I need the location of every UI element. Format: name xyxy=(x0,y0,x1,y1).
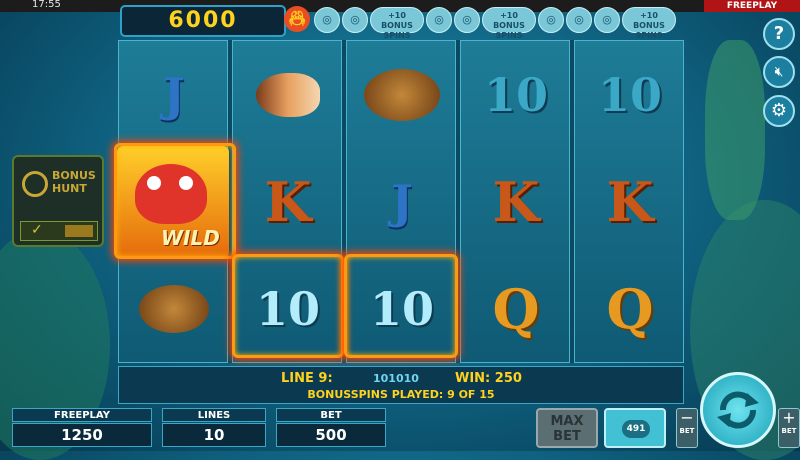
symbol-k: K xyxy=(264,169,312,234)
lines-value[interactable]: 10 xyxy=(162,423,266,447)
win-info-bar: LINE 9: 101010 WIN: 250 BONUSSPINS PLAYE… xyxy=(118,366,684,404)
max-bet-line2: BET xyxy=(553,429,581,444)
reel-5: 10 K Q xyxy=(574,40,684,363)
symbol-k: K xyxy=(606,169,654,234)
bet-minus-label: BET xyxy=(679,427,695,435)
track-bonus-spins: +10 BONUS SPINSx2 xyxy=(370,7,424,50)
bonus-hunt-panel[interactable]: BONUS HUNT ✓ xyxy=(12,155,104,247)
turtle-icon xyxy=(139,284,209,333)
lines-label: LINES xyxy=(162,408,266,422)
plus-icon: + xyxy=(782,408,796,427)
freeplay-value: 1250 xyxy=(12,423,152,447)
bonusspins-played: BONUSSPINS PLAYED: 9 OF 15 xyxy=(307,388,495,401)
spin-arrows-icon xyxy=(717,391,759,429)
autoplay-button[interactable]: 491 xyxy=(604,408,666,448)
background-plant-right xyxy=(705,40,765,220)
bet-label: BET xyxy=(276,408,386,422)
symbol-10: 10 xyxy=(483,67,548,122)
freeplay-tag: FREEPLAY xyxy=(704,0,800,12)
bonus-hunt-toggle[interactable]: ✓ xyxy=(20,221,98,241)
track-shell-icon: ◎ xyxy=(594,7,620,33)
autoplay-count: 491 xyxy=(622,420,650,438)
settings-button[interactable]: ⚙ xyxy=(763,95,795,127)
freeplay-label: FREEPLAY xyxy=(12,408,152,422)
line-label: LINE 9: xyxy=(281,371,333,386)
clock: 17:55 xyxy=(32,0,61,10)
reel-area: J WILD K 10 J 10 10 K Q 10 K Q xyxy=(114,40,684,363)
line-symbols: 101010 xyxy=(373,372,419,385)
win-value: 250 xyxy=(494,371,522,386)
max-bet-button[interactable]: MAX BET xyxy=(536,408,598,448)
track-bonus-label: +10 BONUS SPINS xyxy=(493,11,525,40)
max-bet-line1: MAX xyxy=(550,414,584,429)
bonus-hunt-line1: BONUS xyxy=(52,169,96,182)
bonus-hunt-line2: HUNT xyxy=(52,182,87,195)
track-bonus-spins: +10 BONUS SPINSx5 xyxy=(622,7,676,50)
symbol-j: J xyxy=(391,174,413,229)
bet-value[interactable]: 500 xyxy=(276,423,386,447)
symbol-shell xyxy=(233,41,343,148)
symbol-q: Q xyxy=(492,276,540,341)
win-frame-wild xyxy=(114,143,236,259)
target-icon xyxy=(22,171,48,197)
help-button[interactable]: ? xyxy=(763,18,795,50)
symbol-10: 10 xyxy=(597,67,662,122)
track-shell-icon: ◎ xyxy=(538,7,564,33)
symbol-q: Q xyxy=(606,276,654,341)
crab-collect-icon: 🦀︎ xyxy=(284,6,310,32)
track-shell-icon: ◎ xyxy=(314,7,340,33)
track-bonus-spins: +10 BONUS SPINSx3 xyxy=(482,7,536,50)
symbol-k: K xyxy=(492,169,540,234)
sound-button[interactable]: 🔇︎ xyxy=(763,56,795,88)
symbol-turtle xyxy=(119,255,229,362)
bet-plus-label: BET xyxy=(781,427,797,435)
turtle-icon xyxy=(364,68,440,121)
bet-plus-button[interactable]: + BET xyxy=(778,408,800,448)
track-shell-icon: ◎ xyxy=(426,7,452,33)
symbol-turtle xyxy=(347,41,457,148)
track-shell-icon: ◎ xyxy=(454,7,480,33)
track-shell-icon: ◎ xyxy=(566,7,592,33)
spin-button[interactable] xyxy=(700,372,776,448)
minus-icon: − xyxy=(680,408,694,427)
symbol-j: J xyxy=(163,67,185,122)
win-frame-10-reel2 xyxy=(232,254,344,358)
track-bonus-label: +10 BONUS SPINS xyxy=(633,11,665,40)
track-shell-icon: ◎ xyxy=(342,7,368,33)
bet-minus-button[interactable]: − BET xyxy=(676,408,698,448)
checkmark-icon: ✓ xyxy=(31,222,43,238)
win-label: WIN: xyxy=(455,371,491,386)
shell-icon xyxy=(256,72,320,117)
reel-4: 10 K Q xyxy=(460,40,570,363)
track-bonus-label: +10 BONUS SPINS xyxy=(381,11,413,40)
bonus-counter: 6000 xyxy=(120,5,286,37)
win-frame-10-reel3 xyxy=(344,254,458,358)
